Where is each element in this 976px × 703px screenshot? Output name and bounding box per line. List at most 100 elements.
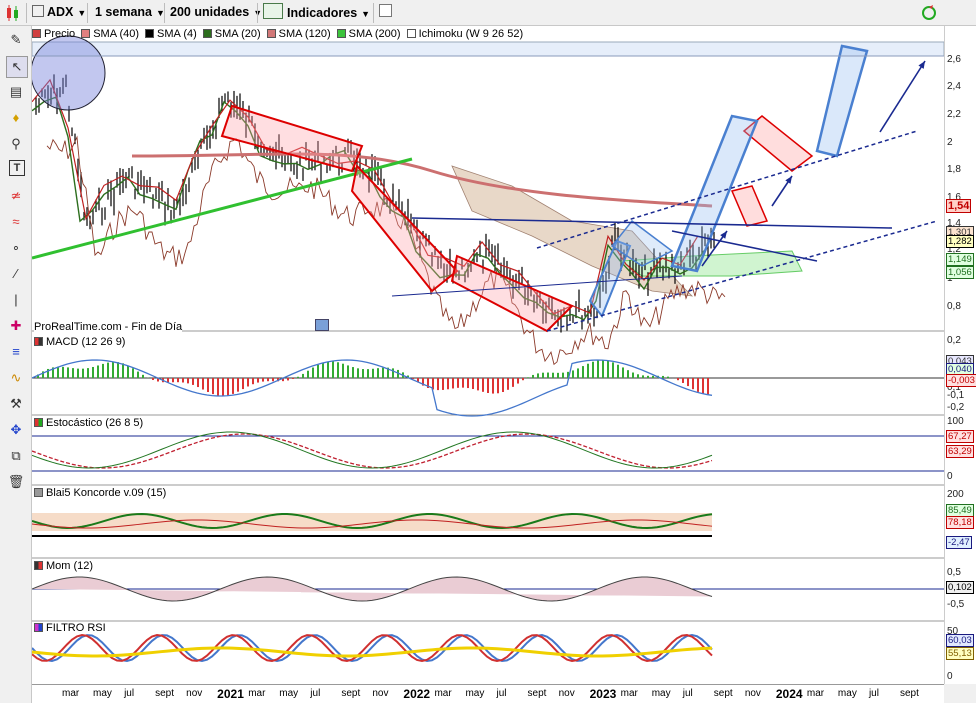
bear-channel	[350, 163, 459, 293]
macd-histogram-bar	[267, 378, 269, 382]
time-axis-label: 2021	[217, 687, 244, 701]
mom-panel-label: Mom (12)	[34, 560, 94, 572]
legend-item[interactable]: SMA (4)	[145, 27, 197, 41]
macd-histogram-bar	[312, 367, 314, 378]
copy-icon[interactable]: ⧉	[6, 446, 26, 466]
symbol-label: ADX	[47, 5, 74, 19]
macd-histogram-bar	[347, 365, 349, 378]
pencil-icon[interactable]: ✎	[6, 30, 26, 50]
checkbox-icon	[379, 4, 392, 17]
macd-histogram-bar	[697, 378, 699, 392]
legend-label: Precio	[44, 28, 76, 40]
period-selector[interactable]: 1 semana ▼	[95, 3, 165, 22]
move-icon[interactable]: ✥	[6, 420, 26, 440]
macd-histogram-bar	[647, 375, 649, 378]
macd-histogram-bar	[602, 360, 604, 378]
value-tag: 1,056	[946, 266, 974, 279]
legend-item[interactable]: SMA (20)	[202, 27, 261, 41]
time-axis-label: jul	[310, 688, 321, 699]
time-axis-label: jul	[124, 688, 135, 699]
macd-histogram-bar	[322, 362, 324, 378]
text-icon[interactable]: T	[9, 160, 25, 176]
legend-label: SMA (40)	[93, 28, 140, 40]
macd-histogram-bar	[152, 378, 154, 381]
value-tag: 67,27	[946, 430, 974, 443]
axis-label: 0,5	[947, 567, 961, 578]
macd-histogram-bar	[437, 378, 439, 391]
axis-label: 1,8	[947, 164, 961, 175]
macd-histogram-bar	[692, 378, 694, 390]
line-icon[interactable]: ∕	[6, 264, 26, 284]
bull-channel	[815, 44, 869, 158]
alarm-icon[interactable]: ♦	[6, 108, 26, 128]
macd-histogram-bar	[202, 378, 204, 390]
ruler-icon[interactable]: ▤	[6, 82, 26, 102]
stoch-panel-label: Estocástico (26 8 5)	[34, 417, 144, 429]
calendar-icon	[315, 319, 329, 331]
legend-item[interactable]: SMA (120)	[266, 27, 331, 41]
refresh-icon[interactable]	[920, 3, 938, 22]
macd-histogram-bar	[517, 378, 519, 384]
stoch-signal-line	[32, 433, 713, 469]
trend-icon[interactable]: ≄	[6, 186, 26, 206]
horizontal-line-icon[interactable]: ≡	[6, 342, 26, 362]
legend-item[interactable]: Precio	[32, 27, 75, 41]
right-axis: 2,62,42,221,81,61,41,210,81,541,3011,282…	[944, 26, 976, 684]
macd-histogram-bar	[262, 378, 264, 382]
macd-histogram-bar	[392, 368, 394, 378]
macd-histogram-bar	[532, 374, 534, 378]
time-axis-label: mar	[620, 688, 638, 699]
arrow	[879, 60, 926, 133]
macd-histogram-bar	[317, 364, 319, 378]
macd-histogram-bar	[142, 374, 144, 378]
indicators-button[interactable]: Indicadores ▼	[263, 3, 370, 22]
node-icon[interactable]: ∘	[6, 238, 26, 258]
channel-icon[interactable]: ≈	[6, 212, 26, 232]
macd-histogram-bar	[557, 372, 559, 378]
legend-item[interactable]: SMA (200)	[336, 27, 401, 41]
drawing-toolbar: ✎ ↖ ▤ ♦ ⚲ T ≄ ≈ ∘ ∕ | ✚ ≡ ∿ ⚒ ✥ ⧉ 🗑	[0, 26, 32, 703]
zoom-icon[interactable]: ⚲	[6, 134, 26, 154]
axis-label: 0	[947, 471, 953, 482]
value-tag: -2,47	[946, 536, 972, 549]
macd-histogram-bar	[92, 366, 94, 378]
macd-histogram-bar	[337, 362, 339, 378]
trash-icon[interactable]: 🗑	[6, 472, 26, 492]
time-axis-label: may	[651, 688, 671, 699]
macd-histogram-bar	[497, 378, 499, 394]
macd-histogram-bar	[97, 365, 99, 378]
settings-checkbox[interactable]	[379, 3, 392, 22]
macd-histogram-bar	[542, 372, 544, 378]
fibonacci-icon[interactable]: ✚	[6, 316, 26, 336]
macd-histogram-bar	[487, 378, 489, 394]
macd-histogram-bar	[212, 378, 214, 395]
macd-histogram-bar	[492, 378, 494, 394]
symbol-selector[interactable]: ADX ▼	[32, 3, 86, 22]
macd-histogram-bar	[77, 368, 79, 378]
legend-item[interactable]: Ichimoku (W 9 26 52)	[406, 27, 523, 41]
macd-histogram-bar	[472, 378, 474, 390]
axis-label: 2,2	[947, 109, 961, 120]
legend-label: SMA (120)	[278, 28, 331, 40]
value-tag: -0,003	[946, 374, 976, 387]
candlestick-icon[interactable]	[4, 3, 20, 22]
macd-histogram-bar	[257, 378, 259, 383]
value-tag: 0,102	[946, 581, 974, 594]
axis-label: 2,6	[947, 54, 961, 65]
value-tag: 55,13	[946, 647, 974, 660]
vertical-line-icon[interactable]: |	[6, 290, 26, 310]
price-chart[interactable]	[32, 26, 944, 684]
chart-area[interactable]: Precio SMA (40) SMA (4) SMA (20) SMA (120) SM…	[32, 26, 944, 684]
tools-icon[interactable]: ⚒	[6, 394, 26, 414]
macd-histogram-bar	[612, 362, 614, 378]
legend-item[interactable]: SMA (40)	[81, 27, 139, 41]
time-axis-label: may	[465, 688, 485, 699]
units-selector[interactable]: 200 unidades▼	[170, 3, 262, 22]
wave-icon[interactable]: ∿	[6, 368, 26, 388]
macd-histogram-bar	[637, 374, 639, 378]
bear-channel	[220, 104, 364, 173]
legend-label: SMA (4)	[157, 28, 197, 40]
cursor-icon[interactable]: ↖	[6, 56, 28, 78]
macd-histogram-bar	[617, 364, 619, 378]
macd-histogram-bar	[447, 378, 449, 390]
